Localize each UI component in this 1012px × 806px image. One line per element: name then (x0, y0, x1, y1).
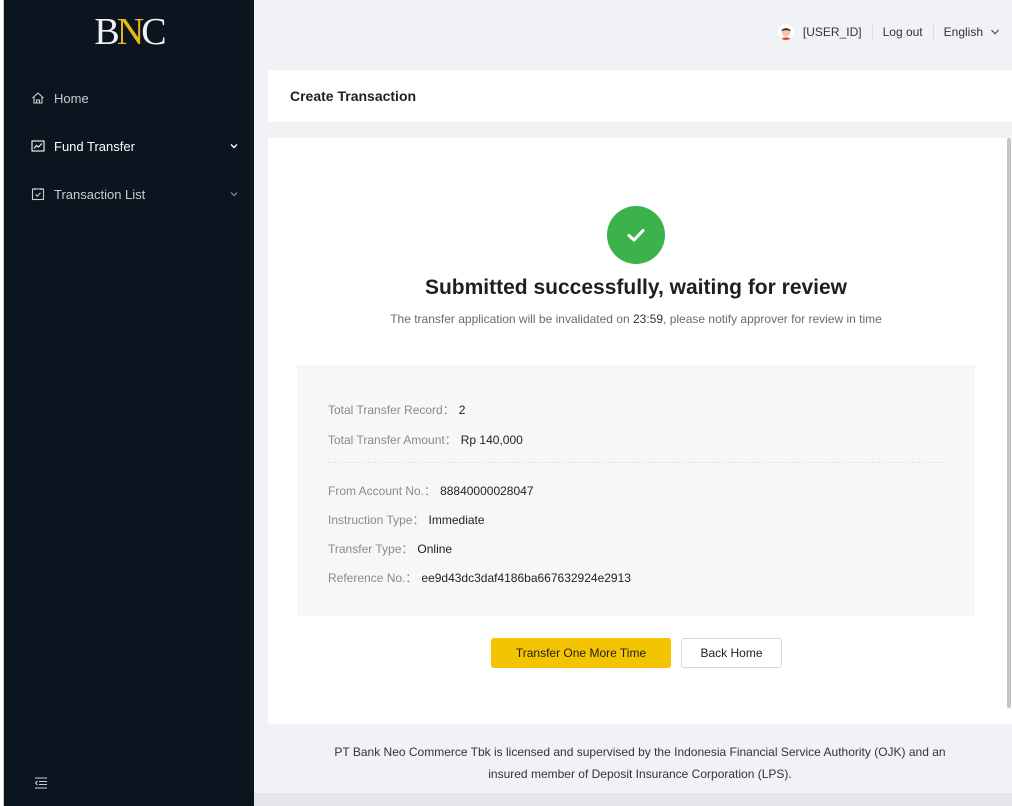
total-record-value: 2 (458, 403, 466, 417)
avatar[interactable] (777, 24, 794, 40)
logo[interactable]: BNC (4, 0, 254, 64)
transfer-details-panel: Total Transfer Record： 2 Total Transfer A… (297, 365, 975, 616)
sidebar-item-label: Transaction List (54, 186, 146, 202)
home-icon (30, 90, 46, 106)
language-selector[interactable]: English (944, 25, 1000, 39)
scrollbar[interactable] (1004, 138, 1012, 724)
divider (328, 462, 945, 463)
language-label: English (943, 25, 983, 39)
footer-line-1: PT Bank Neo Commerce Tbk is licensed and… (334, 745, 946, 759)
sidebar-item-label: Fund Transfer (54, 138, 135, 154)
back-home-button[interactable]: Back Home (681, 638, 782, 668)
footer: PT Bank Neo Commerce Tbk is licensed and… (268, 736, 1012, 792)
transfer-type-value: Online (417, 542, 453, 556)
total-amount-value: Rp 140,000 (460, 433, 523, 447)
chevron-down-icon (990, 27, 1000, 37)
chart-icon (30, 138, 46, 154)
footer-line-2: insured member of Deposit Insurance Corp… (488, 767, 792, 781)
bottom-scroll-area (254, 793, 1012, 806)
logout-link[interactable]: Log out (883, 25, 923, 39)
top-header: [USER_ID] Log out English (254, 0, 1012, 64)
from-account-value: 88840000028047 (440, 484, 534, 498)
page-title-card: Create Transaction (268, 70, 1012, 122)
menu-fold-icon[interactable] (34, 776, 48, 790)
scrollbar-thumb[interactable] (1007, 138, 1011, 708)
logo-text: BNC (94, 11, 166, 53)
result-title: Submitted successfully, waiting for revi… (424, 276, 848, 299)
transfer-type-row: Transfer Type： Online (328, 542, 453, 556)
reference-row: Reference No.： ee9d43dc3daf4186ba66763292… (328, 571, 631, 585)
instruction-type-value: Immediate (428, 513, 485, 527)
divider (871, 25, 873, 39)
page-title: Create Transaction (290, 88, 417, 104)
instruction-type-row: Instruction Type： Immediate (328, 513, 485, 527)
total-record-row: Total Transfer Record： 2 (328, 403, 466, 417)
transfer-one-more-time-button[interactable]: Transfer One More Time (491, 638, 671, 668)
sidebar-item-fund-transfer[interactable]: Fund Transfer (4, 122, 254, 170)
chevron-down-icon (228, 140, 240, 152)
user-id: [USER_ID] (802, 25, 862, 39)
check-circle-icon (607, 206, 665, 264)
from-account-row: From Account No.： 88840000028047 (328, 484, 534, 498)
result-subtitle: The transfer application will be invalid… (390, 312, 882, 326)
total-amount-row: Total Transfer Amount： Rp 140,000 (328, 433, 523, 447)
reference-value: ee9d43dc3daf4186ba667632924e2913 (421, 571, 631, 585)
checkbox-icon (30, 186, 46, 202)
result-card: Submitted successfully, waiting for revi… (268, 138, 1012, 724)
sidebar-item-label: Home (54, 90, 89, 106)
sidebar: BNC Home Fund Transfer Transaction List (4, 0, 254, 806)
chevron-down-icon (228, 188, 240, 200)
sidebar-item-home[interactable]: Home (4, 74, 254, 122)
sidebar-item-transaction-list[interactable]: Transaction List (4, 170, 254, 218)
deadline-time: 23:59 (633, 312, 664, 326)
divider (932, 25, 934, 39)
